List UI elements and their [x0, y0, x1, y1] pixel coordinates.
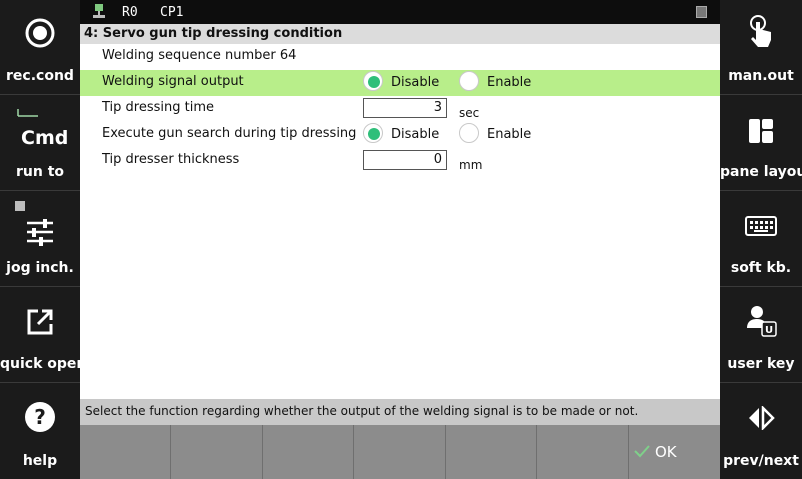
gun-search-disable-radio[interactable] [363, 123, 383, 143]
rec-cond-button[interactable]: rec.cond [0, 0, 80, 95]
welding-signal-enable-label: Enable [487, 75, 532, 90]
function-key-6[interactable] [537, 425, 629, 479]
tip-dressing-time-input[interactable]: 3 [363, 98, 447, 118]
help-label: help [22, 453, 58, 469]
function-key-4[interactable] [354, 425, 446, 479]
cmd-icon: Cmd [10, 106, 70, 150]
tip-dressing-time-label: Tip dressing time [102, 100, 214, 115]
user-key-icon: U [744, 304, 778, 342]
welding-signal-label: Welding signal output [102, 74, 244, 89]
function-key-3[interactable] [263, 425, 354, 479]
prev-next-button[interactable]: prev/next [720, 384, 802, 479]
tip-dressing-time-row: Tip dressing time 3 sec [80, 96, 720, 122]
gun-search-label: Execute gun search during tip dressing [102, 126, 357, 141]
tip-dressing-time-unit: sec [459, 106, 480, 120]
robot-id: R0 [122, 5, 138, 20]
svg-text:U: U [765, 325, 773, 336]
page-title: 4: Servo gun tip dressing condition [80, 24, 720, 44]
checkbox-indicator [15, 201, 25, 211]
tip-dresser-thickness-input[interactable]: 0 [363, 150, 447, 170]
prev-next-icon [745, 404, 777, 434]
left-side-panel: rec.cond Cmd run to jog inch. quick open… [0, 0, 87, 479]
program-id: CP1 [160, 5, 184, 20]
quick-open-button[interactable]: quick open [0, 288, 87, 383]
function-key-2[interactable] [171, 425, 263, 479]
svg-text:?: ? [34, 405, 46, 429]
man-out-label: man.out [728, 68, 794, 84]
robot-status-icon [92, 3, 106, 23]
ok-label: OK [655, 443, 677, 461]
welding-signal-disable-radio[interactable] [363, 71, 383, 91]
prev-next-label: prev/next [723, 453, 799, 469]
welding-signal-row[interactable]: Welding signal output Disable Enable [80, 70, 720, 96]
right-side-panel: man.out pane layout soft kb. U user key … [720, 0, 802, 479]
sliders-icon [25, 218, 55, 250]
cmd-icon-text: Cmd [21, 127, 69, 149]
welding-signal-enable-radio[interactable] [459, 71, 479, 91]
ok-button[interactable]: OK [629, 425, 720, 479]
jog-inch-label: jog inch. [6, 260, 74, 276]
soft-kb-label: soft kb. [730, 260, 792, 276]
run-to-label: run to [15, 164, 65, 180]
welding-signal-disable-label: Disable [391, 75, 440, 90]
main-panel: R0 CP1 4: Servo gun tip dressing conditi… [80, 0, 720, 479]
pane-layout-icon [748, 118, 774, 148]
user-key-label: user key [727, 356, 795, 372]
help-button[interactable]: ? help [0, 384, 80, 479]
user-key-button[interactable]: U user key [720, 288, 802, 383]
run-to-button[interactable]: Cmd run to [0, 96, 80, 191]
record-icon [24, 17, 56, 53]
keyboard-icon [745, 216, 777, 240]
status-message: Select the function regarding whether th… [80, 399, 720, 425]
function-key-bar: OK [80, 425, 720, 479]
tip-dresser-thickness-row: Tip dresser thickness 0 mm [80, 148, 720, 174]
rec-cond-label: rec.cond [6, 68, 74, 84]
soft-kb-button[interactable]: soft kb. [720, 192, 802, 287]
tip-dresser-thickness-label: Tip dresser thickness [102, 152, 240, 167]
pane-layout-button[interactable]: pane layout [720, 96, 802, 191]
function-key-1[interactable] [80, 425, 171, 479]
gun-search-disable-label: Disable [391, 127, 440, 142]
open-external-icon [25, 307, 55, 341]
jog-inch-button[interactable]: jog inch. [0, 192, 80, 287]
touch-hand-icon [748, 14, 774, 54]
function-key-5[interactable] [446, 425, 537, 479]
tip-dresser-thickness-unit: mm [459, 158, 483, 172]
man-out-button[interactable]: man.out [720, 0, 802, 95]
pane-layout-label: pane layout [720, 164, 802, 180]
help-icon: ? [24, 401, 56, 437]
quick-open-label: quick open [0, 356, 87, 372]
status-topbar: R0 CP1 [80, 0, 720, 24]
gun-search-enable-radio[interactable] [459, 123, 479, 143]
sequence-row: Welding sequence number 64 [80, 44, 720, 70]
gun-search-row: Execute gun search during tip dressing D… [80, 122, 720, 148]
sequence-label: Welding sequence number 64 [102, 48, 297, 63]
check-icon [634, 444, 650, 462]
window-icon [696, 6, 707, 18]
gun-search-enable-label: Enable [487, 127, 532, 142]
